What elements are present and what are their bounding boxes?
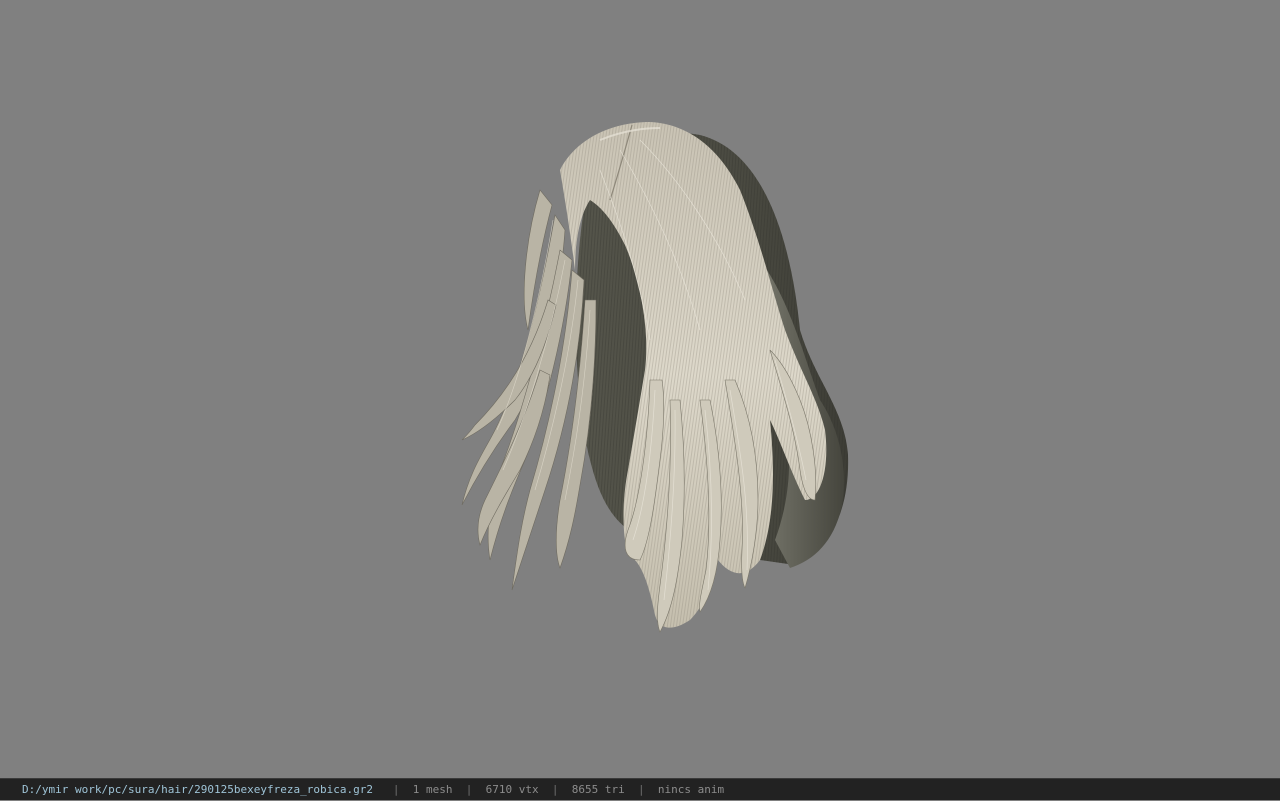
status-bar: D:/ymir work/pc/sura/hair/290125bexeyfre… [0,778,1280,800]
triangle-count: 8655 tri [571,783,625,796]
file-path: D:/ymir work/pc/sura/hair/290125bexeyfre… [22,783,373,796]
hair-left-strands [461,189,597,591]
animation-status: nincs anim [657,783,725,796]
separator: | [465,783,473,796]
separator: | [392,783,400,796]
3d-viewport[interactable] [0,0,1280,778]
mesh-count: 1 mesh [412,783,453,796]
hair-model [461,122,849,633]
separator: | [551,783,559,796]
separator: | [637,783,645,796]
vertex-count: 6710 vtx [485,783,539,796]
